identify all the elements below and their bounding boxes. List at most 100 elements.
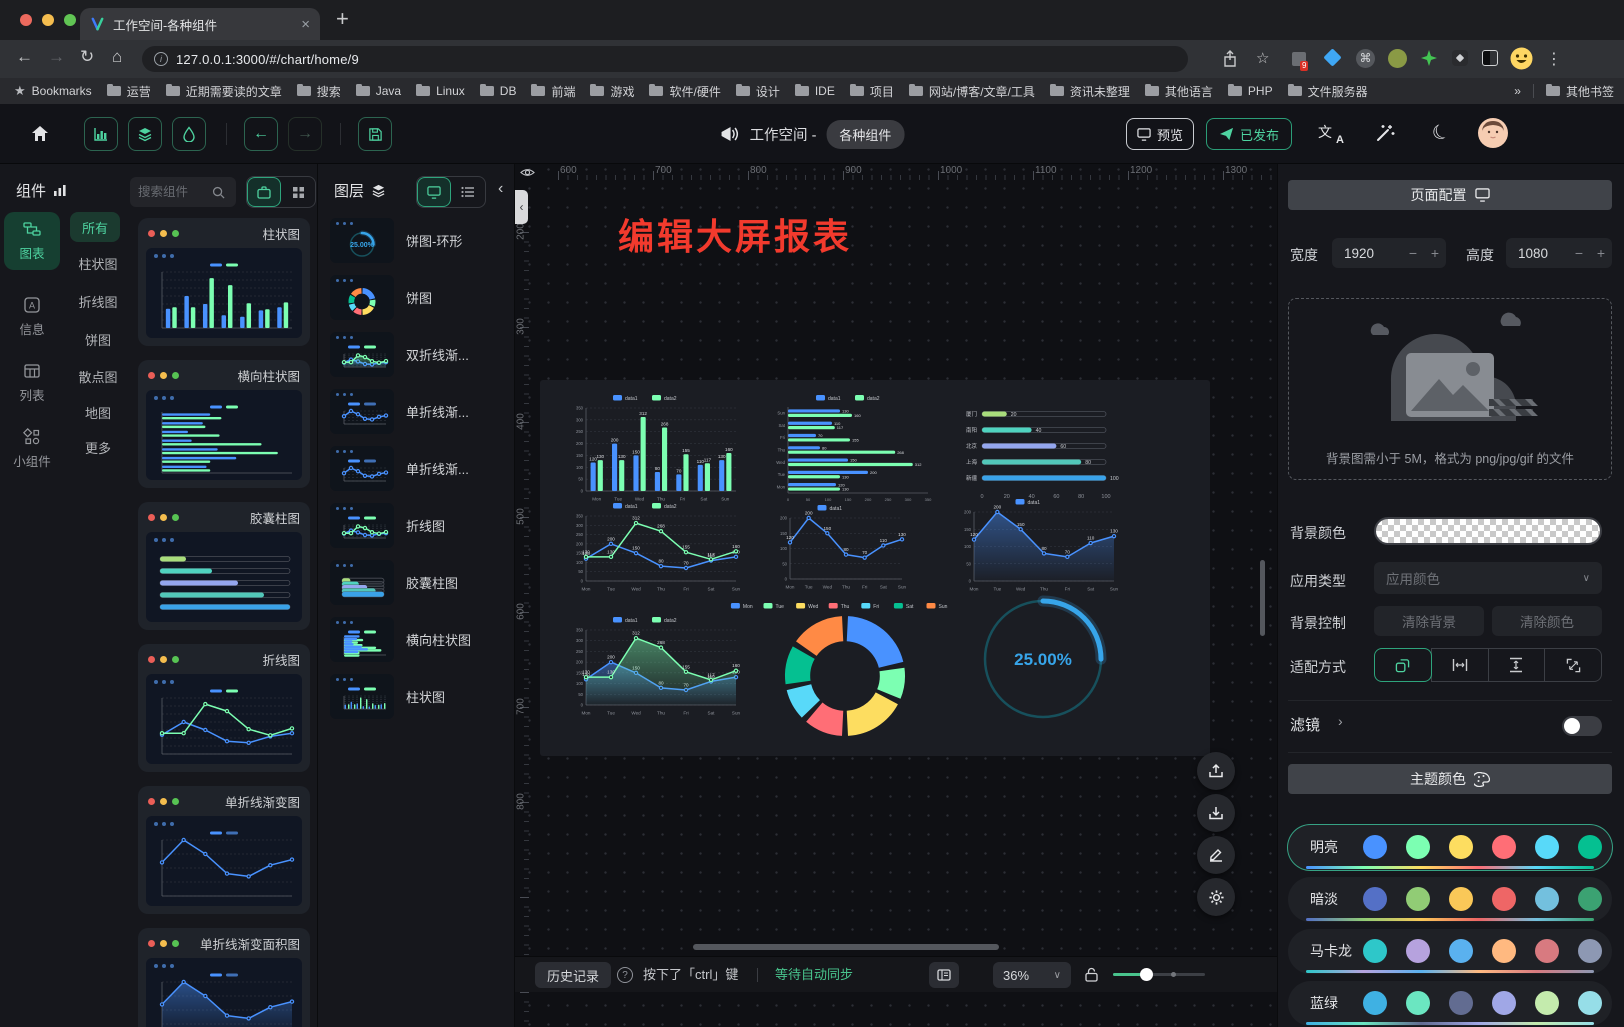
kite-extension-icon[interactable] (1323, 48, 1341, 66)
layers-mode-button[interactable] (128, 117, 162, 151)
bookmarks-overflow-button[interactable]: » (1514, 84, 1521, 98)
chevron-right-icon[interactable]: › (1338, 713, 1343, 729)
theme-color-dot[interactable] (1578, 835, 1602, 859)
star-extension-icon[interactable] (1420, 49, 1438, 67)
olive-extension-icon[interactable] (1388, 49, 1407, 68)
bookmark-item[interactable]: DB (480, 84, 517, 98)
sidebar-item-info[interactable]: A 信息 (4, 288, 60, 346)
increment-button[interactable]: + (1590, 245, 1612, 261)
bookmark-item[interactable]: 游戏 (590, 83, 634, 100)
layer-item[interactable]: 柱状图 (330, 674, 508, 719)
bookmark-item[interactable]: 资讯未整理 (1050, 83, 1130, 100)
sidebar-item-charts[interactable]: 图表 (4, 212, 60, 270)
component-card-single-line[interactable]: 单折线渐变图 (138, 786, 310, 914)
fit-width-button[interactable] (1431, 648, 1489, 682)
other-bookmarks-button[interactable]: 其他书签 (1546, 83, 1614, 100)
page-config-header[interactable]: 页面配置 (1288, 180, 1612, 210)
theme-color-dot[interactable] (1449, 939, 1473, 963)
increment-button[interactable]: + (1424, 245, 1446, 261)
height-stepper[interactable]: 1080 − + (1506, 238, 1612, 268)
layer-item[interactable]: 双折线渐... (330, 332, 508, 377)
language-button[interactable]: 文A (1318, 122, 1344, 146)
theme-color-dot[interactable] (1492, 887, 1516, 911)
bookmark-item[interactable]: Linux (416, 84, 465, 98)
theme-color-dot[interactable] (1578, 887, 1602, 911)
toggle-thumbnail-view[interactable] (417, 177, 451, 207)
theme-color-dot[interactable] (1492, 939, 1516, 963)
filter-toggle[interactable] (1562, 716, 1602, 736)
zoom-select[interactable]: 36%∨ (993, 962, 1071, 988)
vertical-scrollbar[interactable] (1260, 560, 1265, 636)
dashboard-board[interactable]: data1data2050100150200250300350MonTueWed… (540, 380, 1210, 756)
new-tab-button[interactable]: + (336, 6, 349, 32)
theme-row-dim[interactable]: 暗淡 (1288, 877, 1612, 922)
home-icon[interactable]: ⌂ (112, 47, 122, 67)
canvas-chart-line[interactable]: data1data2050100150200250300350MonTueWed… (562, 500, 742, 594)
theme-color-dot[interactable] (1449, 835, 1473, 859)
component-card-single-area[interactable]: 单折线渐变面积图 (138, 928, 310, 1027)
layer-item[interactable]: 单折线渐... (330, 446, 508, 491)
window-minimize-button[interactable] (42, 14, 54, 26)
component-card-hbar[interactable]: 横向柱状图 (138, 360, 310, 488)
component-card-capsule[interactable]: 胶囊柱图 (138, 502, 310, 630)
layer-item[interactable]: 饼图 (330, 275, 508, 320)
bookmark-item[interactable]: 软件/硬件 (649, 83, 720, 100)
component-card-line[interactable]: 折线图 (138, 644, 310, 772)
clear-color-button[interactable]: 清除颜色 (1492, 606, 1602, 636)
layer-item[interactable]: 25.00%饼图-环形 (330, 218, 508, 263)
export-button[interactable] (1197, 752, 1235, 790)
bookmarks-folder[interactable]: ★Bookmarks (14, 83, 92, 99)
sidebar-item-widgets[interactable]: 小组件 (4, 420, 60, 478)
theme-color-header[interactable]: 主题颜色 (1288, 764, 1612, 794)
bookmark-item[interactable]: 近期需要读的文章 (166, 83, 282, 100)
bookmark-item[interactable]: PHP (1228, 84, 1273, 98)
bookmark-item[interactable]: IDE (795, 84, 835, 98)
background-color-swatch[interactable] (1374, 517, 1602, 545)
sidebar-item-list[interactable]: 列表 (4, 354, 60, 412)
theme-color-dot[interactable] (1363, 939, 1387, 963)
canvas-chart-bar[interactable]: data1data2050100150200250300350MonTueWed… (562, 392, 742, 504)
magic-wand-icon[interactable] (1374, 122, 1396, 144)
app-type-select[interactable]: 应用颜色∨ (1374, 562, 1602, 594)
browser-tab[interactable]: 工作空间-各种组件 × (80, 8, 320, 40)
redo-button[interactable]: → (288, 117, 322, 151)
edit-button[interactable] (1197, 836, 1235, 874)
workspace-badge[interactable]: 各种组件 (826, 120, 904, 149)
theme-color-dot[interactable] (1535, 835, 1559, 859)
category-all[interactable]: 所有 (70, 212, 120, 242)
undo-button[interactable]: ← (244, 117, 278, 151)
theme-color-dot[interactable] (1492, 835, 1516, 859)
theme-color-dot[interactable] (1449, 887, 1473, 911)
layer-item[interactable]: 单折线渐... (330, 389, 508, 434)
bookmark-item[interactable]: 前端 (531, 83, 575, 100)
slider-knob[interactable] (1140, 968, 1153, 981)
address-bar[interactable]: i 127.0.0.1:3000/#/chart/home/9 (142, 46, 1188, 72)
panel-collapse-handle[interactable]: ‹ (515, 190, 528, 224)
theme-mode-button[interactable] (172, 117, 206, 151)
bookmark-item[interactable]: 搜索 (297, 83, 341, 100)
bookmark-item[interactable]: 设计 (736, 83, 780, 100)
theme-color-dot[interactable] (1406, 835, 1430, 859)
design-canvas[interactable]: 6007008009001000110012001300 20030040050… (515, 164, 1277, 1027)
bookmark-item[interactable]: Java (356, 84, 401, 98)
component-card-bar[interactable]: 柱状图 (138, 218, 310, 346)
theme-color-dot[interactable] (1449, 991, 1473, 1015)
theme-color-dot[interactable] (1578, 939, 1602, 963)
window-close-button[interactable] (20, 14, 32, 26)
decrement-button[interactable]: − (1402, 245, 1424, 261)
canvas-chart-dual-area[interactable]: data1data2050100150200250300350MonTueWed… (562, 614, 742, 718)
category-item[interactable]: 地图 (66, 403, 130, 422)
fit-scale-button[interactable] (1374, 648, 1432, 682)
canvas-chart-single-area[interactable]: data1050100150200MonTueWedThuFriSatSun12… (950, 496, 1120, 594)
theme-color-dot[interactable] (1406, 939, 1430, 963)
app-home-icon[interactable] (30, 124, 50, 144)
category-item[interactable]: 折线图 (66, 292, 130, 311)
theme-color-dot[interactable] (1363, 835, 1387, 859)
width-stepper[interactable]: 1920 − + (1332, 238, 1446, 268)
horizontal-scrollbar[interactable] (693, 944, 999, 950)
decrement-button[interactable]: − (1568, 245, 1590, 261)
theme-color-dot[interactable] (1535, 991, 1559, 1015)
settings-button[interactable] (1197, 878, 1235, 916)
theme-color-dot[interactable] (1535, 939, 1559, 963)
zoom-slider[interactable] (1113, 973, 1205, 976)
